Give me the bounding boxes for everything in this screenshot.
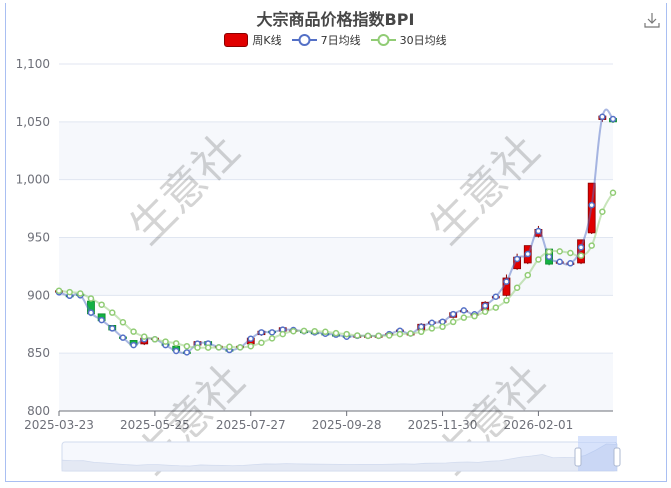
series-point [375,332,382,340]
series-point [599,208,606,215]
y-tick-label: 950 [27,231,50,245]
series-point [535,256,542,263]
x-tick-label: 2025-09-28 [312,418,382,432]
series-point [513,255,521,263]
series-point [535,227,542,235]
series-point [268,329,276,336]
series-point [439,323,446,331]
series-point [290,327,297,335]
series-point [354,332,361,339]
y-tick-label: 900 [27,288,50,302]
series-point [396,330,404,338]
series-point [524,250,532,258]
series-point [460,314,468,321]
series-point [588,201,595,209]
series-point [140,333,148,340]
series-point [428,319,436,326]
slider-selected-range [578,442,617,471]
series-point [513,284,521,291]
series-point [492,304,500,311]
series-point [481,308,489,316]
series-point [258,339,265,347]
series-point [247,335,255,342]
series-point [226,343,233,351]
series-point [109,325,116,332]
series-point [439,318,446,325]
series-point [215,344,223,351]
y-tick-label: 1,000 [16,173,50,187]
series-point [183,349,191,356]
series-point [109,309,116,316]
series-point [428,325,436,332]
series-point [66,288,73,296]
series-point [492,293,500,300]
series-point [311,327,318,335]
series-point [609,189,617,196]
series-point [364,332,372,340]
slider-handle[interactable] [613,447,621,467]
series-point [183,342,191,350]
x-tick-label: 2025-07-27 [216,418,286,432]
series-point [588,242,595,249]
series-point [449,310,457,318]
series-point [151,336,159,343]
series-point [119,319,127,326]
series-point [322,328,329,336]
series-point [268,335,276,342]
series-point [567,249,574,257]
series-point [503,278,510,285]
series-point [204,344,212,351]
series-point [87,295,95,302]
series-point [247,342,255,350]
slider-move-handle [578,436,617,442]
y-tick-label: 1,050 [16,115,50,129]
y-tick-label: 1,100 [16,57,50,71]
series-point [577,244,585,251]
series-point [609,115,617,123]
series-point [449,318,457,326]
series-point [556,258,563,266]
series-point [567,260,574,267]
candlestick-chart: 800 850 900 950 1,000 1,050 1,100 2025-03-23 202… [16,57,621,484]
series-point [236,344,244,351]
series-point [386,332,393,339]
series-point [503,297,510,304]
series-point [407,330,414,337]
series-point [172,340,180,347]
series-point [471,312,478,320]
series-point [300,327,308,335]
series-point [258,329,265,336]
series-point [55,287,63,294]
series-point [98,301,105,308]
y-tick-label: 850 [27,346,50,360]
series-point [524,271,532,279]
series-point [162,338,169,345]
series-point [577,252,585,259]
series-point [130,328,137,335]
series-point [332,329,340,337]
slider-handle[interactable] [574,447,582,467]
series-point [460,307,468,314]
series-point [545,248,553,255]
series-point [599,113,606,120]
series-point [343,330,350,338]
series-point [98,316,105,324]
y-tick-label: 800 [27,404,50,418]
series-point [172,347,180,355]
series-point [279,330,286,338]
x-tick-label: 2025-03-23 [24,418,94,432]
series-point [556,248,563,255]
series-point [130,341,137,349]
series-point [194,344,201,351]
series-point [417,328,425,336]
series-point [481,302,489,309]
series-point [77,290,84,297]
series-point [87,309,95,316]
series-point [119,334,127,341]
